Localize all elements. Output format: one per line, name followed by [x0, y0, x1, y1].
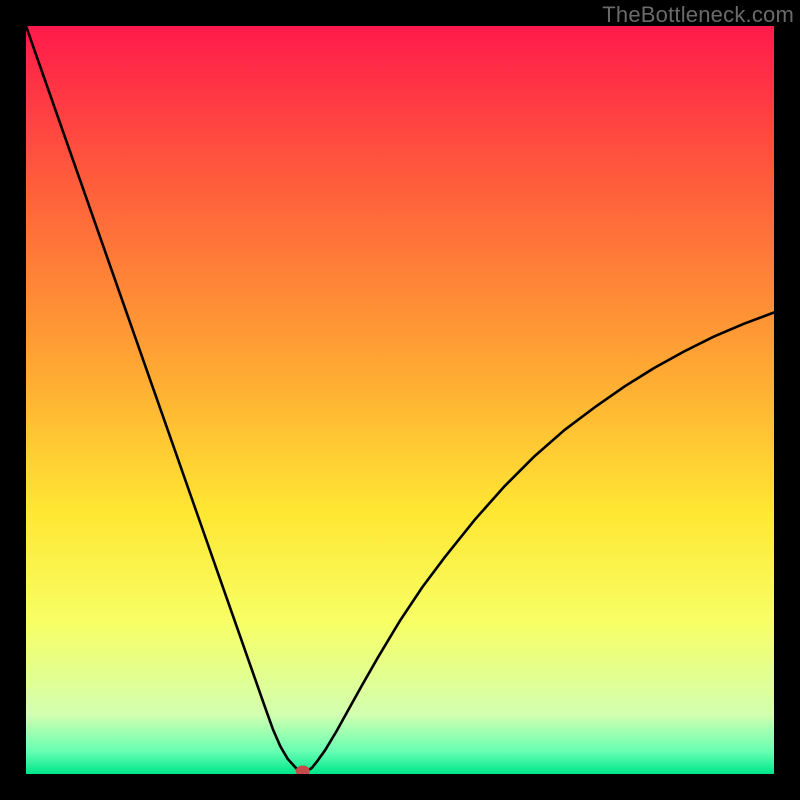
chart-svg — [26, 26, 774, 774]
watermark-text: TheBottleneck.com — [602, 2, 794, 28]
chart-frame: TheBottleneck.com — [0, 0, 800, 800]
plot-area — [26, 26, 774, 774]
gradient-background — [26, 26, 774, 774]
